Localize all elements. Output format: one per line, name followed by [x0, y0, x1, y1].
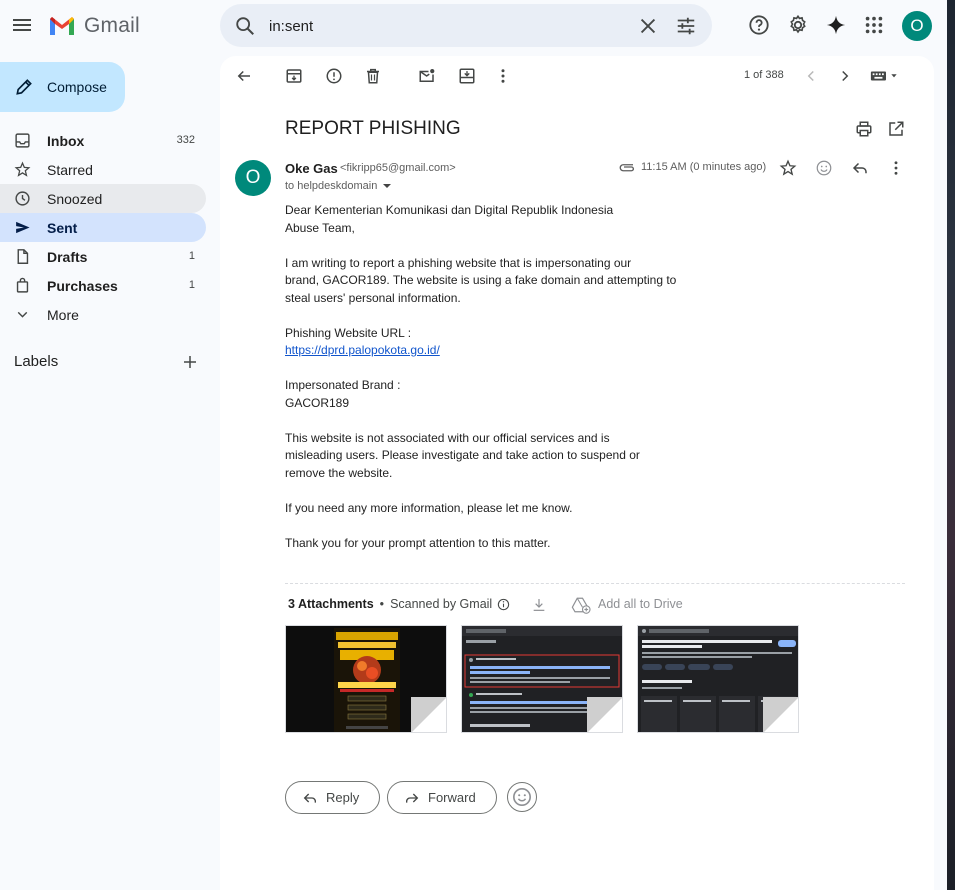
search-icon[interactable] — [234, 15, 256, 37]
recipient-line[interactable]: to helpdeskdomain — [285, 180, 392, 192]
move-to-icon[interactable] — [458, 67, 476, 85]
star-icon — [14, 161, 31, 177]
sidebar-item-purchases[interactable]: Purchases 1 — [0, 271, 206, 300]
sender-email: <fikripp65@gmail.com> — [340, 162, 456, 174]
clear-search-icon[interactable] — [637, 15, 659, 37]
draft-file-icon — [17, 249, 29, 264]
add-reaction-emoji-icon[interactable] — [815, 159, 833, 177]
sidebar-item-starred[interactable]: Starred — [0, 155, 206, 184]
sidebar-item-drafts[interactable]: Drafts 1 — [0, 242, 206, 271]
main-menu-icon[interactable] — [10, 14, 34, 38]
recipient-details-caret-icon[interactable] — [383, 184, 392, 189]
reply-label: Reply — [326, 790, 360, 805]
emoji-reaction-button[interactable] — [507, 782, 537, 812]
account-avatar[interactable]: O — [902, 11, 932, 41]
chevron-down-icon — [17, 311, 28, 318]
apps-grid-icon[interactable] — [863, 14, 885, 36]
labels-heading: Labels — [14, 353, 59, 370]
star-message-icon[interactable] — [779, 159, 797, 177]
purchases-count: 1 — [188, 279, 195, 291]
keyboard-input-tools-icon[interactable] — [870, 67, 902, 85]
thumbnail-fold-corner — [411, 697, 446, 732]
info-icon[interactable] — [497, 598, 510, 611]
sidebar-item-inbox[interactable]: Inbox 332 — [0, 126, 206, 155]
print-icon[interactable] — [855, 120, 873, 138]
mark-unread-icon[interactable] — [418, 67, 436, 85]
attachment-thumbnail-3[interactable] — [637, 625, 799, 733]
sidebar-item-snoozed[interactable]: Snoozed — [0, 184, 206, 213]
email-subject: REPORT PHISHING — [285, 118, 461, 139]
attachments-count: 3 Attachments — [288, 597, 374, 611]
gemini-sparkle-icon[interactable] — [825, 14, 847, 36]
recipient-text: to helpdeskdomain — [285, 180, 378, 192]
compose-label: Compose — [47, 79, 107, 95]
older-chevron-right-icon[interactable] — [836, 67, 854, 85]
timestamp: 11:15 AM (0 minutes ago) — [641, 161, 767, 173]
search-options-icon[interactable] — [675, 15, 697, 37]
gmail-m-icon — [50, 17, 74, 35]
attachment-clip-icon — [619, 164, 635, 172]
attachment-thumbnail-1[interactable] — [285, 625, 447, 733]
app-name: Gmail — [84, 14, 140, 37]
thumbnail-fold-corner — [763, 697, 798, 732]
message-view: 1 of 388 REPORT PHISHING O Oke Gas <fikr… — [220, 56, 934, 890]
attachments-divider — [285, 583, 905, 584]
drafts-count: 1 — [188, 250, 195, 262]
inbox-icon — [15, 133, 30, 148]
smiley-icon — [513, 788, 531, 806]
top-bar: Gmail O — [0, 0, 947, 52]
send-icon — [16, 221, 30, 234]
compose-button[interactable]: Compose — [0, 62, 125, 112]
pencil-icon — [16, 79, 32, 95]
settings-gear-icon[interactable] — [787, 14, 809, 36]
forward-icon — [406, 793, 419, 803]
more-vert-icon[interactable] — [494, 67, 512, 85]
download-all-icon[interactable] — [531, 597, 547, 613]
add-all-to-drive-label[interactable]: Add all to Drive — [598, 597, 683, 611]
sidebar-item-sent[interactable]: Sent — [0, 213, 206, 242]
add-to-drive-icon[interactable] — [571, 596, 591, 614]
phishing-url-link[interactable]: https://dprd.palopokota.go.id/ — [285, 343, 440, 357]
pagination-text: 1 of 388 — [744, 69, 784, 81]
forward-label: Forward — [428, 790, 476, 805]
gmail-logo[interactable]: Gmail — [48, 13, 140, 39]
open-new-window-icon[interactable] — [887, 120, 905, 138]
report-spam-icon[interactable] — [325, 67, 343, 85]
scanned-by-label: Scanned by Gmail — [390, 597, 493, 611]
inbox-count: 332 — [176, 134, 195, 146]
sidebar-item-more[interactable]: More — [0, 300, 206, 329]
help-icon[interactable] — [748, 14, 770, 36]
forward-button[interactable]: Forward — [387, 781, 497, 814]
message-more-vert-icon[interactable] — [887, 159, 905, 177]
email-body: Dear Kementerian Komunikasi dan Digital … — [285, 203, 677, 550]
attachments-header: 3 Attachments • Scanned by Gmail — [288, 597, 510, 611]
shopping-bag-icon — [16, 277, 29, 293]
newer-chevron-left-icon[interactable] — [802, 67, 820, 85]
add-label-plus-icon[interactable] — [181, 353, 199, 371]
search-input[interactable] — [269, 13, 609, 39]
sidebar-nav: Inbox 332 Starred Snoozed Sent Drafts 1 … — [0, 126, 206, 329]
archive-icon[interactable] — [285, 67, 303, 85]
sender-name[interactable]: Oke Gas — [285, 161, 338, 176]
sender-avatar[interactable]: O — [235, 160, 271, 196]
attachment-thumbnail-2[interactable] — [461, 625, 623, 733]
reply-arrow-icon[interactable] — [851, 159, 869, 177]
reply-icon — [303, 793, 316, 803]
back-arrow-icon[interactable] — [235, 67, 253, 85]
search-bar[interactable] — [220, 4, 712, 47]
clock-icon — [15, 191, 30, 206]
desktop-edge — [947, 0, 955, 890]
reply-button[interactable]: Reply — [285, 781, 380, 814]
thumbnail-fold-corner — [587, 697, 622, 732]
delete-trash-icon[interactable] — [364, 67, 382, 85]
